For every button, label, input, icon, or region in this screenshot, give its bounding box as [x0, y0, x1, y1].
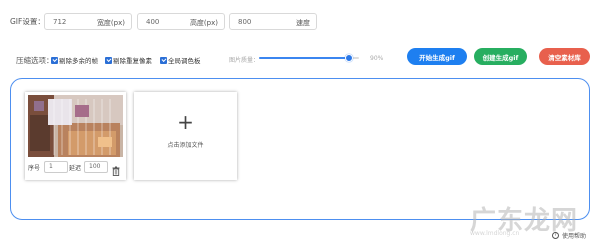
- watermark-url: www.lmdlong.cn: [470, 230, 520, 237]
- checkbox-checked-icon: [105, 56, 112, 64]
- start-generate-gif-button[interactable]: 开始生成gif: [407, 48, 467, 65]
- thumbnail-image: [28, 95, 123, 157]
- checkbox-checked-icon: [51, 56, 58, 64]
- slider-fill: [259, 57, 349, 59]
- speed-value: 800: [238, 18, 252, 26]
- image-thumbnail[interactable]: [28, 95, 123, 157]
- question-circle-icon: ?: [552, 232, 559, 239]
- delay-label: 延迟: [69, 165, 82, 172]
- create-gif-button[interactable]: 创建生成gif: [474, 48, 527, 65]
- delete-icon[interactable]: [112, 161, 120, 176]
- delay-input[interactable]: 100: [84, 161, 108, 173]
- plus-icon: +: [177, 110, 194, 134]
- width-input[interactable]: 712 宽度(px): [44, 13, 132, 30]
- quality-value: 90%: [370, 55, 384, 62]
- speed-unit: 速度: [296, 19, 310, 27]
- height-input[interactable]: 400 高度(px): [137, 13, 225, 30]
- clear-library-button[interactable]: 清空素材库: [539, 48, 590, 65]
- width-unit: 宽度(px): [96, 19, 125, 27]
- help-link[interactable]: ? 使用帮助: [552, 231, 586, 240]
- add-file-label: 点击添加文件: [167, 142, 204, 149]
- seq-input[interactable]: 1: [44, 161, 68, 173]
- checkbox-remove-frames[interactable]: 剔除多余的帧: [51, 55, 98, 65]
- speed-input[interactable]: 800 速度: [229, 13, 317, 30]
- quality-slider[interactable]: [259, 54, 359, 62]
- compress-label: 压缩选项：: [16, 56, 54, 65]
- seq-label: 序号: [28, 165, 41, 172]
- help-label: 使用帮助: [562, 233, 587, 240]
- width-value: 712: [53, 18, 67, 26]
- checkbox-checked-icon: [160, 56, 167, 64]
- checkbox-label: 剔除多余的帧: [59, 57, 98, 65]
- checkbox-remove-pixels[interactable]: 剔除重复像素: [105, 55, 152, 65]
- checkbox-label: 全局调色板: [168, 57, 201, 65]
- quality-label: 图片质量：: [229, 57, 260, 64]
- checkbox-label: 剔除重复像素: [113, 57, 152, 65]
- slider-handle[interactable]: [345, 54, 353, 62]
- image-card: 序号 1 延迟 100: [25, 92, 126, 180]
- gif-settings-label: GIF设置：: [10, 17, 45, 26]
- add-file-card[interactable]: + 点击添加文件: [134, 92, 237, 180]
- height-value: 400: [146, 18, 160, 26]
- checkbox-global-palette[interactable]: 全局调色板: [160, 55, 201, 65]
- height-unit: 高度(px): [189, 19, 218, 27]
